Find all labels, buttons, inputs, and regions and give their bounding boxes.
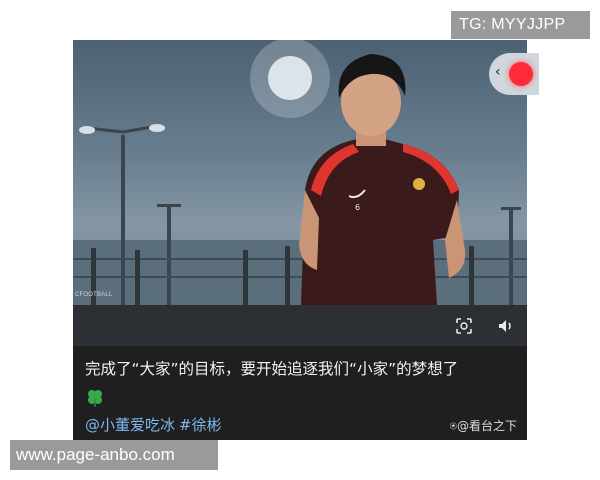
photo-watermark: CFOOTBALL [75,292,113,298]
floating-record-pill[interactable]: ‹ [489,53,539,95]
author-line: @小董爱吃冰 #徐彬 [85,414,222,435]
post-card: 6 CFOOTBALL 完成了“大家”的目标，要开始追逐我们“小家”的梦想了 @… [73,40,527,440]
tg-watermark: TG: MYYJJPP [451,11,590,39]
source-name: 看台之下 [468,419,517,433]
video-control-bar [73,305,527,346]
source-attribution[interactable]: ⍟@看台之下 [450,417,517,434]
record-dot-icon [509,62,533,86]
post-photo[interactable]: 6 CFOOTBALL [73,40,527,305]
post-caption: 完成了“大家”的目标，要开始追逐我们“小家”的梦想了 [85,360,459,378]
svg-text:6: 6 [355,203,360,212]
url-watermark: www.page-anbo.com [10,440,218,470]
volume-icon[interactable] [495,315,517,337]
photo-scene: 6 [73,40,527,305]
chevron-left-icon: ‹ [495,64,501,80]
scan-icon[interactable] [453,315,475,337]
four-leaf-clover-icon [88,390,102,407]
hashtag-link[interactable]: #徐彬 [179,416,222,434]
author-handle-link[interactable]: @小董爱吃冰 [85,416,175,434]
tv-icon: ⍟ [449,419,457,433]
